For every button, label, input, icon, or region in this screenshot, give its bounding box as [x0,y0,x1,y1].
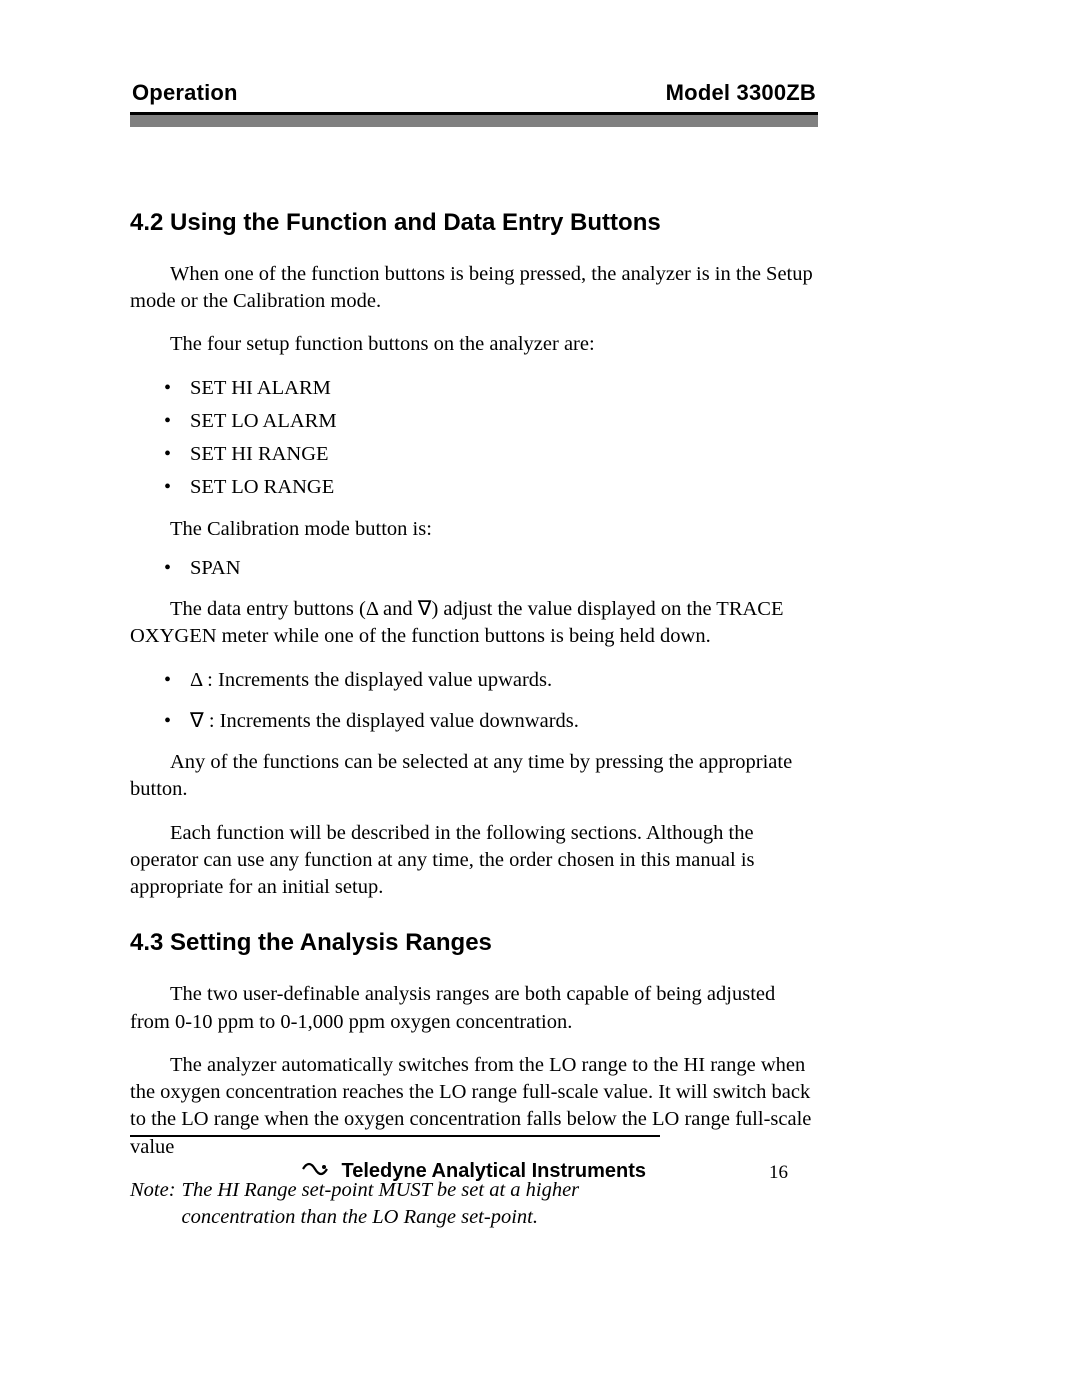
calibration-button-list: SPAN [130,555,818,582]
document-page: Operation Model 3300ZB 4.2 Using the Fun… [0,0,1080,1397]
list-item: Δ : Increments the displayed value upwar… [130,667,818,694]
list-item: ∇ : Increments the displayed value downw… [130,708,818,735]
teledyne-logo-icon [302,1160,328,1183]
section-4-3-heading: 4.3 Setting the Analysis Ranges [130,927,818,959]
paragraph: Each function will be described in the f… [130,820,818,902]
paragraph: Any of the functions can be selected at … [130,749,818,804]
header-left: Operation [132,80,238,106]
footer-rule [130,1135,660,1137]
paragraph: The two user-definable analysis ranges a… [130,981,818,1036]
body-text: 4.2 Using the Function and Data Entry Bu… [130,127,818,1231]
calibration-intro: The Calibration mode button is: [170,516,818,543]
header-rule [130,112,818,127]
running-footer: Teledyne Analytical Instruments 16 [130,1160,818,1183]
list-item: SET LO RANGE [130,474,818,501]
list-item: SET HI RANGE [130,441,818,468]
data-entry-symbol-list: Δ : Increments the displayed value upwar… [130,667,818,736]
note-body: The HI Range set-point MUST be set at a … [182,1177,622,1232]
paragraph: The analyzer automatically switches from… [130,1052,818,1161]
page-number: 16 [769,1162,788,1184]
header-right: Model 3300ZB [666,80,816,106]
list-item: SPAN [130,555,818,582]
note-block: Note: The HI Range set-point MUST be set… [130,1177,818,1232]
running-header: Operation Model 3300ZB [130,80,818,112]
content-area: Operation Model 3300ZB 4.2 Using the Fun… [130,80,818,1217]
paragraph: The data entry buttons (Δ and ∇) adjust … [130,596,818,651]
paragraph: The four setup function buttons on the a… [130,331,818,358]
list-item: SET HI ALARM [130,375,818,402]
paragraph: When one of the function buttons is bein… [130,261,818,316]
note-label: Note: [130,1177,182,1232]
list-item: SET LO ALARM [130,408,818,435]
section-4-2-heading: 4.2 Using the Function and Data Entry Bu… [130,207,818,239]
setup-button-list: SET HI ALARM SET LO ALARM SET HI RANGE S… [130,375,818,502]
footer-company: Teledyne Analytical Instruments [342,1160,647,1182]
